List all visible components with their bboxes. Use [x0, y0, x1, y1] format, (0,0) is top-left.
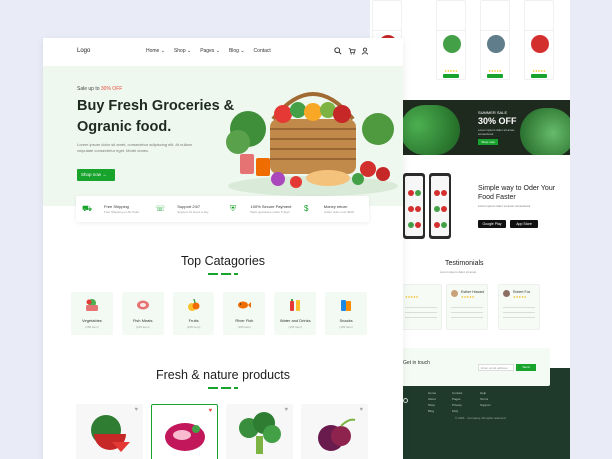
- testimonials-section: Testimonials Lorem ipsum dolor sit amet …: [400, 258, 570, 338]
- headset-icon: ☏: [155, 204, 166, 213]
- testimonial-card: ★★★★★: [400, 284, 442, 330]
- product-card-watermelon[interactable]: ♥: [76, 404, 143, 459]
- testimonial-name: Robert Fox: [513, 290, 531, 294]
- products-title: Fresh & nature products: [155, 368, 291, 382]
- onion-icon: [318, 418, 356, 451]
- newsletter-title: Get in touch: [403, 360, 430, 366]
- newsletter-send-button[interactable]: Send: [516, 364, 536, 371]
- category-snacks[interactable]: Snacks (165 item): [325, 292, 367, 335]
- features-bar: ⛟ Free Shipping Free Shipping on All Ord…: [76, 196, 369, 222]
- testimonials-subtitle: Lorem ipsum dolor sit amet: [440, 270, 477, 274]
- testimonial-name: Esther Howard: [461, 290, 485, 294]
- basket-icon: [86, 299, 98, 311]
- back-product-card[interactable]: ★★★★★: [436, 30, 466, 80]
- money-icon: $: [304, 204, 309, 213]
- phone-mockup: [403, 173, 425, 239]
- hero-title: Buy Fresh Groceries & Ogranic food.: [77, 98, 235, 135]
- nav-pages[interactable]: Pages ⌄: [200, 48, 220, 54]
- testimonials-title: Testimonials: [445, 260, 484, 267]
- hero-paragraph: Lorem ipsum dolor sit amet, consectetur …: [77, 142, 192, 153]
- product-card-broccoli[interactable]: ♥: [226, 404, 293, 459]
- app-store-button[interactable]: App Store: [510, 220, 538, 228]
- feature-secure-payment: ⛨ 100% Secure Payment Back guarantee und…: [230, 204, 292, 214]
- category-fruits[interactable]: Fruits (165 item): [172, 292, 215, 335]
- heart-icon[interactable]: ♥: [284, 407, 288, 413]
- newsletter-email-input[interactable]: Enter email address: [478, 364, 514, 371]
- fruits-icon: [187, 298, 200, 311]
- feature-free-shipping: ⛟ Free Shipping Free Shipping on All Ord…: [82, 204, 140, 214]
- main-page: Logo Home ⌄ Shop ⌄ Pages ⌄ Blog ⌄ Contac…: [43, 38, 403, 459]
- user-icon[interactable]: [361, 47, 369, 55]
- promo-banner: SUMMER SALE 30% OFF Lorem ipsum dolor si…: [400, 100, 570, 155]
- app-description: Lorem ipsum dolor sit amet consectetur: [478, 204, 531, 208]
- shield-icon: ⛨: [230, 204, 236, 213]
- testimonial-card: Esther Howard ★★★★★: [446, 284, 488, 330]
- broccoli-icon: [239, 412, 281, 454]
- navbar: Logo Home ⌄ Shop ⌄ Pages ⌄ Blog ⌄ Contac…: [43, 38, 403, 66]
- promo-text: Lorem ipsum dolor sit amet, consectetur: [478, 128, 516, 136]
- hero-section: Sale up to 30% OFF Buy Fresh Groceries &…: [43, 66, 403, 206]
- category-river-fish[interactable]: River Fish (165 item): [223, 292, 266, 335]
- products-list: ♥ ♥ ♥ ♥: [76, 404, 376, 459]
- heart-icon[interactable]: ♥: [134, 407, 138, 413]
- nav-menu: Home ⌄ Shop ⌄ Pages ⌄ Blog ⌄ Contact: [146, 48, 271, 54]
- snacks-icon: [341, 300, 352, 311]
- shop-now-button[interactable]: Shop now →: [77, 169, 115, 181]
- categories-title: Top Catagories: [180, 254, 266, 268]
- watermelon-icon: [91, 415, 130, 452]
- promo-label: SUMMER SALE: [478, 110, 508, 115]
- vegetables-image: [400, 105, 460, 155]
- meat-icon: [165, 423, 205, 451]
- social-icon[interactable]: [403, 398, 408, 403]
- heart-icon[interactable]: ♥: [359, 407, 363, 413]
- nav-contact[interactable]: Contact: [254, 48, 271, 54]
- avatar: [503, 290, 510, 297]
- product-card-meat[interactable]: ♥: [151, 404, 218, 459]
- app-title: Simple way to Oder Your Food Faster: [478, 185, 556, 201]
- promo-shop-button[interactable]: Shop now: [478, 139, 498, 145]
- search-icon[interactable]: [334, 47, 342, 55]
- logo[interactable]: Logo: [77, 48, 90, 54]
- app-download-section: Simple way to Oder Your Food Faster Lore…: [400, 168, 570, 243]
- newsletter-section: Get in touch Enter email address Send: [400, 348, 550, 386]
- back-product-card[interactable]: ★★★★★: [480, 30, 510, 80]
- nav-shop[interactable]: Shop ⌄: [174, 48, 191, 54]
- testimonial-card: Robert Fox ★★★★★: [498, 284, 540, 330]
- footer-copyright: © 2021 · Company. All rights reserved: [455, 416, 506, 420]
- truck-icon: ⛟: [82, 204, 93, 213]
- nav-home[interactable]: Home ⌄: [146, 48, 165, 54]
- categories-list: Vegetables (165 item) Fish Meats (165 it…: [71, 292, 367, 335]
- title-underline: [208, 273, 238, 275]
- phone-mockup: [429, 173, 451, 239]
- title-underline: [208, 387, 238, 389]
- promo-discount: 30% OFF: [478, 116, 517, 126]
- category-vegetables[interactable]: Vegetables (165 item): [71, 292, 113, 335]
- feature-money-return: $ Money return Under order over $100: [296, 196, 369, 222]
- nav-blog[interactable]: Blog ⌄: [229, 48, 245, 54]
- drinks-icon: [290, 299, 301, 311]
- sale-tagline: Sale up to 30% OFF: [77, 86, 123, 92]
- fish-icon: [238, 301, 252, 309]
- category-water-drinks[interactable]: Water and Drinks (165 item): [274, 292, 317, 335]
- feature-support: ☏ Support 24/7 Support 24 hours a day: [155, 204, 209, 214]
- cart-icon[interactable]: [348, 47, 356, 55]
- grocery-basket-image: [226, 92, 398, 196]
- google-play-button[interactable]: Google Play: [478, 220, 506, 228]
- back-product-card[interactable]: ★★★★★: [524, 30, 554, 80]
- meat-icon: [136, 300, 149, 310]
- product-card-onion[interactable]: ♥: [301, 404, 368, 459]
- category-fish-meats[interactable]: Fish Meats (165 item): [121, 292, 164, 335]
- avatar: [451, 290, 458, 297]
